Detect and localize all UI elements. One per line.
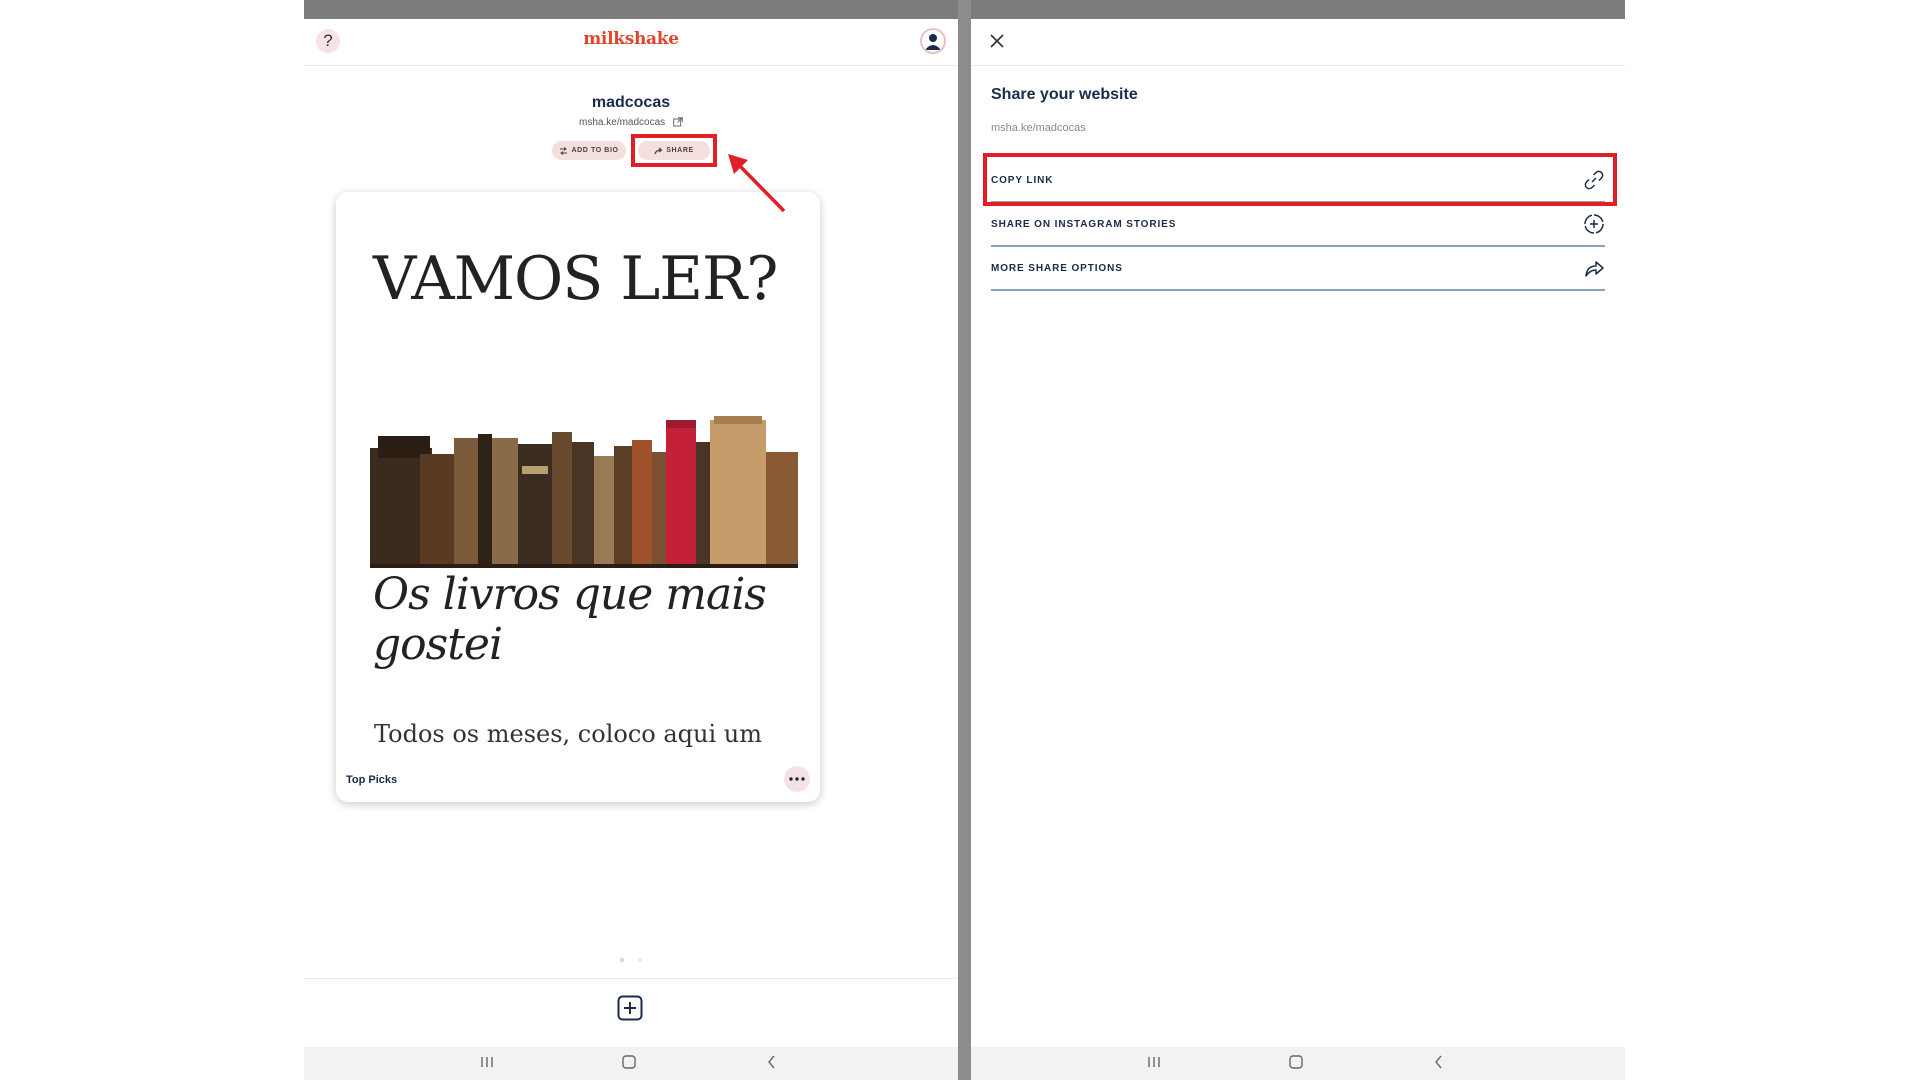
left-phone-screen: ? milkshake madcocas msha.ke/madcocas AD… [304, 0, 958, 1080]
more-dots-icon [789, 777, 805, 781]
page-dot[interactable] [638, 958, 642, 962]
milkshake-logo: milkshake [583, 29, 679, 49]
swap-icon [560, 146, 568, 155]
split-screen-divider[interactable] [958, 0, 971, 1080]
copy-link-highlight-box [983, 153, 1617, 206]
more-share-options-label: MORE SHARE OPTIONS [991, 263, 1123, 274]
add-to-bio-button[interactable]: ADD TO BIO [552, 141, 626, 160]
external-link-icon [673, 117, 683, 127]
app-header: ? milkshake [304, 19, 958, 66]
card-title: VAMOS LER? [373, 244, 778, 314]
add-story-icon [1584, 214, 1604, 234]
add-to-bio-label: ADD TO BIO [571, 147, 619, 154]
share-highlight-box [631, 134, 717, 167]
card-label: Top Picks [346, 774, 398, 786]
home-icon[interactable] [621, 1054, 637, 1070]
card-more-button[interactable] [784, 766, 810, 792]
close-icon[interactable] [989, 33, 1005, 49]
back-icon[interactable] [1433, 1054, 1445, 1070]
profile-name: madcocas [591, 94, 671, 111]
card-text: Todos os meses, coloco aqui um [374, 720, 762, 748]
right-phone-screen: Share your website msha.ke/madcocas COPY… [971, 0, 1625, 1080]
share-sheet-header [971, 19, 1625, 66]
status-bar [971, 0, 1625, 19]
status-bar [304, 0, 958, 19]
android-nav-bar [971, 1047, 1625, 1080]
recent-apps-icon[interactable] [480, 1054, 494, 1070]
home-icon[interactable] [1288, 1054, 1304, 1070]
page-indicator [304, 958, 958, 962]
profile-avatar-button[interactable] [920, 28, 946, 54]
page-dot[interactable] [620, 958, 624, 962]
android-nav-bar [304, 1047, 958, 1080]
instagram-stories-label: SHARE ON INSTAGRAM STORIES [991, 219, 1177, 230]
bottom-bar [304, 978, 958, 1049]
instagram-stories-option[interactable]: SHARE ON INSTAGRAM STORIES [991, 203, 1605, 247]
profile-url-text: msha.ke/madcocas [579, 117, 666, 128]
profile-url-link[interactable]: msha.ke/madcocas [304, 117, 958, 128]
share-arrow-icon [1585, 261, 1604, 277]
recent-apps-icon[interactable] [1147, 1054, 1161, 1070]
add-block-icon[interactable] [617, 995, 643, 1021]
card-subtitle: Os livros que mais gostei [373, 569, 767, 670]
user-icon [925, 34, 941, 50]
share-url: msha.ke/madcocas [991, 122, 1086, 134]
share-title: Share your website [991, 86, 1138, 103]
back-icon[interactable] [766, 1054, 778, 1070]
books-image [370, 416, 798, 568]
content-card[interactable]: VAMOS LER? Os livros que mais gostei Tod… [336, 192, 820, 802]
more-share-options[interactable]: MORE SHARE OPTIONS [991, 247, 1605, 291]
